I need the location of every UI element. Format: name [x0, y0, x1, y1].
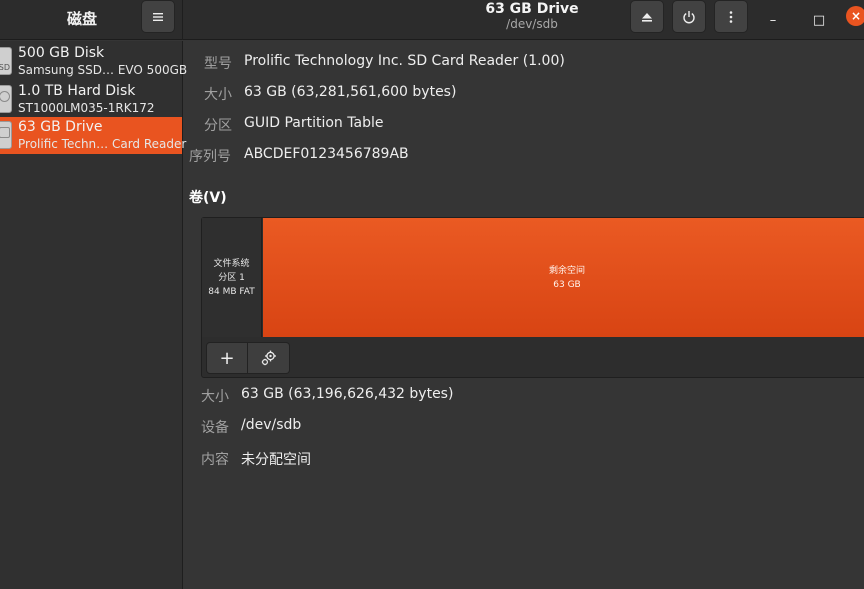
plus-icon: + [219, 347, 235, 369]
model-label: 型号 [204, 56, 232, 72]
eject-button[interactable] [630, 0, 664, 33]
drive-subtitle: /dev/sdb [506, 17, 558, 31]
card-slot-icon [0, 126, 10, 138]
free-space-block[interactable]: 剩余空间 63 GB [263, 218, 864, 337]
free-space-label: 剩余空间 [548, 265, 585, 276]
partition-1-block[interactable]: 文件系统 分区 1 84 MB FAT [202, 218, 262, 337]
device-value: /dev/sdb [241, 417, 302, 433]
card-reader-icon [0, 121, 12, 149]
size-label: 大小 [204, 87, 232, 103]
header-left-pane: 磁盘 [0, 0, 183, 40]
power-icon [683, 10, 695, 23]
vertical-dots-icon [729, 10, 733, 23]
sidebar-item-1tb-hard-disk[interactable]: 1.0 TB Hard Disk ST1000LM035-1RK172 [0, 81, 182, 118]
partition-options-button[interactable] [248, 342, 290, 374]
gears-icon [261, 350, 276, 366]
power-off-button[interactable] [672, 0, 706, 33]
ssd-icon-label: SD [0, 63, 10, 72]
close-button[interactable]: × [846, 6, 864, 26]
maximize-button[interactable]: □ [807, 8, 831, 32]
ssd-icon: SD [0, 47, 12, 75]
sidebar-item-description: ST1000LM035-1RK172 [18, 101, 155, 115]
volumes-heading: 卷(V) [189, 190, 227, 206]
drive-sidebar: SD 500 GB Disk Samsung SSD… EVO 500GB 1.… [0, 41, 187, 589]
app-title: 磁盘 [66, 10, 97, 28]
header-bar: 磁盘 63 GB Drive /dev/sdb – □ × [0, 0, 864, 40]
window-title: 63 GB Drive /dev/sdb [432, 1, 632, 32]
eject-icon [642, 12, 652, 22]
partition-name: 分区 1 [218, 272, 245, 283]
device-label: 设备 [201, 420, 229, 436]
hard-disk-icon [0, 85, 12, 113]
minimize-icon: – [769, 12, 777, 28]
sidebar-item-500gb-disk[interactable]: SD 500 GB Disk Samsung SSD… EVO 500GB [0, 43, 187, 80]
partitioning-label: 分区 [204, 118, 232, 134]
drive-title: 63 GB Drive [485, 1, 579, 17]
serial-value: ABCDEF0123456789AB [244, 146, 409, 162]
volume-toolbar: + [206, 342, 290, 374]
partitioning-value: GUID Partition Table [244, 115, 384, 131]
contents-label: 内容 [201, 452, 229, 468]
serial-label: 序列号 [189, 149, 231, 165]
minimize-button[interactable]: – [761, 8, 785, 32]
sidebar-item-name: 63 GB Drive [18, 119, 103, 135]
sidebar-item-name: 1.0 TB Hard Disk [18, 83, 136, 99]
partition-type: 文件系统 [213, 258, 250, 269]
sidebar-item-description: Prolific Techn… Card Reader [18, 137, 187, 151]
main-menu-button[interactable] [141, 0, 175, 33]
drive-options-button[interactable] [714, 0, 748, 33]
volume-map: 文件系统 分区 1 84 MB FAT 剩余空间 63 GB + [201, 217, 864, 378]
disk-platter-icon [0, 90, 10, 102]
model-value: Prolific Technology Inc. SD Card Reader … [244, 53, 565, 69]
sidebar-item-description: Samsung SSD… EVO 500GB [18, 63, 188, 77]
volume-size-label: 大小 [201, 389, 229, 405]
sidebar-item-63gb-drive[interactable]: 63 GB Drive Prolific Techn… Card Reader [0, 117, 186, 154]
hamburger-menu-icon [153, 12, 163, 21]
maximize-icon: □ [812, 12, 826, 28]
close-icon: × [850, 9, 862, 23]
create-partition-button[interactable]: + [206, 342, 248, 374]
partition-size: 84 MB FAT [208, 286, 255, 297]
free-space-size: 63 GB [553, 279, 581, 290]
volume-size-value: 63 GB (63,196,626,432 bytes) [241, 386, 454, 402]
contents-value: 未分配空间 [241, 452, 311, 468]
sidebar-item-name: 500 GB Disk [18, 45, 105, 61]
size-value: 63 GB (63,281,561,600 bytes) [244, 84, 457, 100]
